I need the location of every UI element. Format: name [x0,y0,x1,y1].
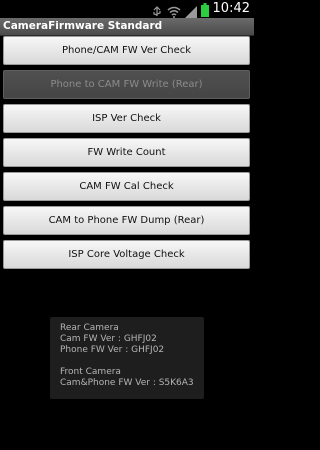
cam-to-phone-fw-dump-rear-button[interactable]: CAM to Phone FW Dump (Rear) [3,206,250,235]
signal-icon [184,3,197,18]
phone-to-cam-fw-write-rear-button: Phone to CAM FW Write (Rear) [3,70,250,99]
isp-ver-check-button[interactable]: ISP Ver Check [3,104,250,133]
battery-icon [200,2,209,17]
status-icons: 10:42 [151,1,250,18]
fw-write-count-button[interactable]: FW Write Count [3,138,250,167]
front-camera-heading: Front Camera [60,367,121,377]
wifi-icon [167,3,181,18]
isp-core-voltage-check-button[interactable]: ISP Core Voltage Check [3,240,250,269]
title-bar: CameraFirmware Standard [0,18,254,36]
usb-icon [151,3,163,16]
rear-cam-fw-version: Cam FW Ver : GHFJ02 [60,334,157,344]
rear-phone-fw-version: Phone FW Ver : GHFJ02 [60,345,165,355]
phone-cam-fw-ver-check-button[interactable]: Phone/CAM FW Ver Check [3,36,250,65]
status-bar: 10:42 [0,0,254,18]
rear-camera-heading: Rear Camera [60,323,119,333]
status-time: 10:42 [212,1,250,16]
front-cam-phone-fw-version: Cam&Phone FW Ver : S5K6A3 [60,378,194,388]
app-title: CameraFirmware Standard [3,20,163,32]
firmware-info-panel: Rear Camera Cam FW Ver : GHFJ02 Phone FW… [50,317,204,399]
cam-fw-cal-check-button[interactable]: CAM FW Cal Check [3,172,250,201]
